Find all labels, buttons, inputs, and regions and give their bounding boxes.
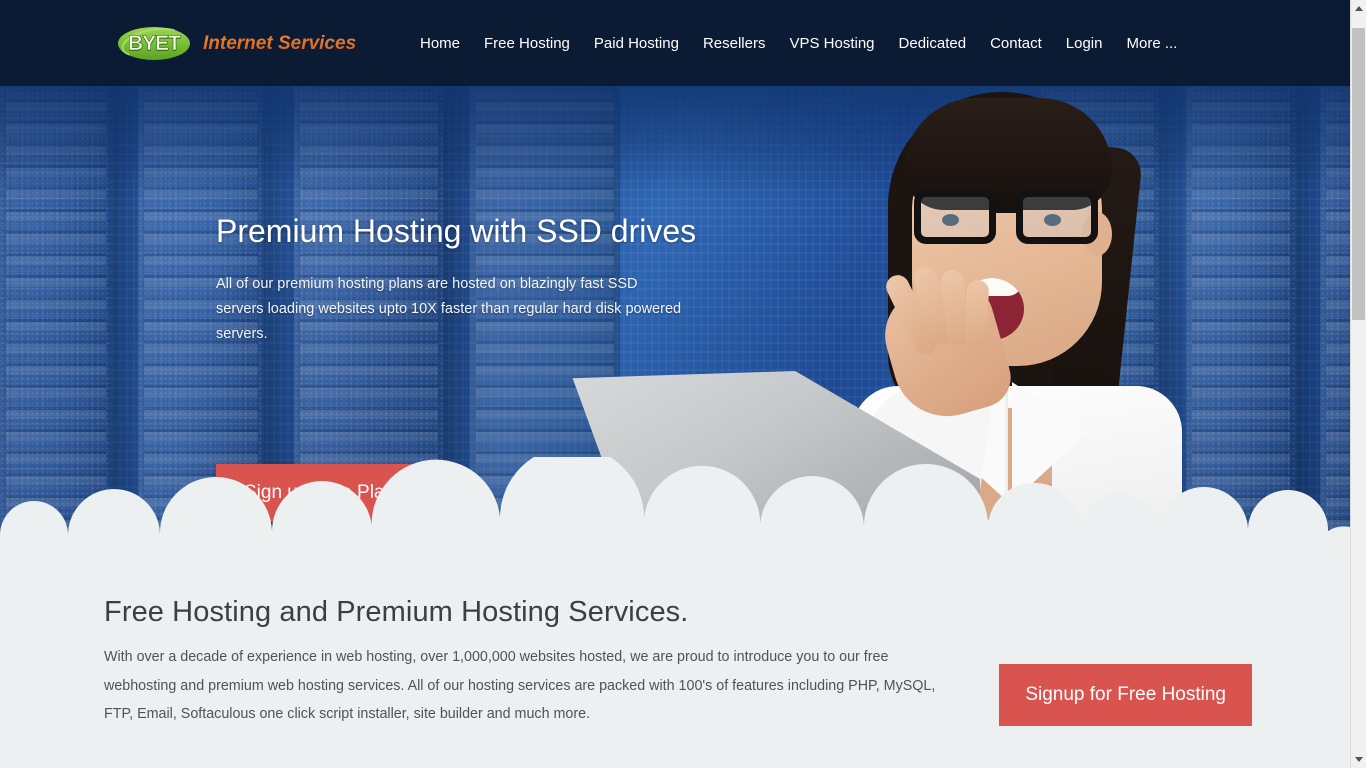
cloud-divider bbox=[0, 457, 1350, 551]
intro-content: Free Hosting and Premium Hosting Service… bbox=[104, 596, 1264, 729]
site-header: BYET Internet Services Home Free Hosting… bbox=[0, 0, 1350, 86]
byet-ellipse-logo-icon: BYET bbox=[118, 22, 190, 63]
triangle-down-glyph bbox=[1354, 757, 1363, 762]
hero-subtitle: All of our premium hosting plans are hos… bbox=[216, 276, 682, 343]
nav-item-free-hosting[interactable]: Free Hosting bbox=[484, 29, 570, 58]
scroll-down-arrow-icon[interactable] bbox=[1351, 751, 1366, 768]
hero-banner: Premium Hosting with SSD drives All of o… bbox=[0, 86, 1350, 551]
intro-body: With over a decade of experience in web … bbox=[104, 649, 936, 723]
ceiling-gradient bbox=[0, 86, 1350, 206]
nav-item-dedicated[interactable]: Dedicated bbox=[899, 29, 967, 58]
nav-item-vps-hosting[interactable]: VPS Hosting bbox=[789, 29, 874, 58]
page-scrollbar[interactable] bbox=[1350, 0, 1366, 768]
nav-item-contact[interactable]: Contact bbox=[990, 29, 1042, 58]
nav-item-paid-hosting[interactable]: Paid Hosting bbox=[594, 29, 679, 58]
signup-for-free-hosting-button[interactable]: Signup for Free Hosting bbox=[999, 664, 1252, 726]
nav-item-resellers[interactable]: Resellers bbox=[703, 29, 766, 58]
scrollbar-thumb[interactable] bbox=[1352, 28, 1365, 320]
intro-title: Free Hosting and Premium Hosting Service… bbox=[104, 596, 689, 628]
intro-section: Free Hosting and Premium Hosting Service… bbox=[0, 551, 1350, 768]
logo-tagline: Internet Services bbox=[203, 33, 357, 54]
site-logo[interactable]: BYET Internet Services bbox=[118, 22, 357, 64]
logo-wordmark: BYET bbox=[127, 32, 182, 56]
hero-title: Premium Hosting with SSD drives bbox=[216, 213, 697, 249]
hero-copy: Premium Hosting with SSD drives All of o… bbox=[216, 212, 736, 347]
nav-item-home[interactable]: Home bbox=[420, 29, 460, 58]
page-viewport: BYET Internet Services Home Free Hosting… bbox=[0, 0, 1350, 768]
main-navigation: Home Free Hosting Paid Hosting Resellers… bbox=[410, 0, 1201, 86]
nav-item-more[interactable]: More ... bbox=[1126, 29, 1177, 58]
scroll-up-arrow-icon[interactable] bbox=[1351, 0, 1366, 17]
triangle-up-glyph bbox=[1354, 6, 1363, 11]
nav-item-login[interactable]: Login bbox=[1066, 29, 1103, 58]
